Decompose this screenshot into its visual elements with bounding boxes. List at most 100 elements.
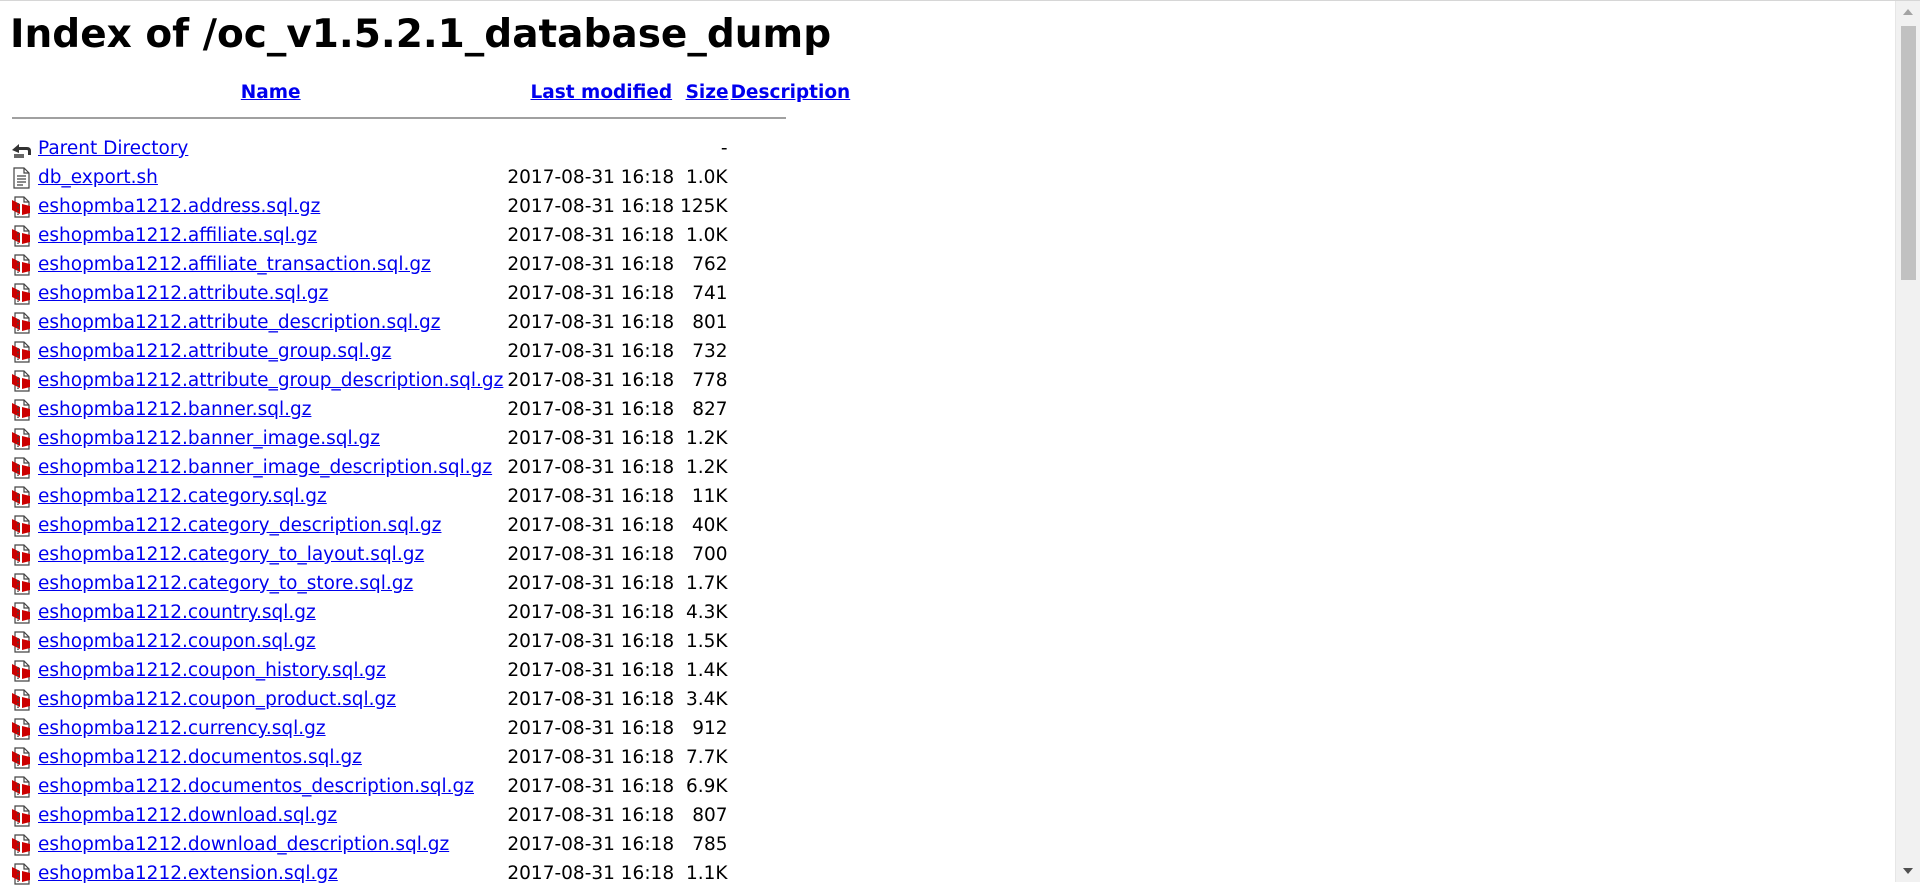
size-cell: 1.2K: [686, 457, 728, 478]
size-cell: 700: [692, 544, 728, 565]
last-modified-cell: 2017-08-31 16:18: [507, 863, 675, 884]
file-link[interactable]: eshopmba1212.download.sql.gz: [38, 805, 337, 826]
icon-column-header: [10, 80, 36, 112]
file-row: eshopmba1212.category_to_layout.sql.gz 20…: [10, 540, 851, 569]
file-link[interactable]: eshopmba1212.coupon_history.sql.gz: [38, 660, 386, 681]
size-cell: 4.3K: [686, 602, 728, 623]
description-cell: [730, 453, 852, 482]
sort-by-name-link[interactable]: Name: [241, 82, 301, 103]
last-modified-cell: 2017-08-31 16:18: [507, 283, 675, 304]
file-table: Name Last modified Size Description Pare…: [10, 80, 851, 888]
size-cell: 778: [692, 370, 728, 391]
size-cell: 3.4K: [686, 689, 728, 710]
parent-directory-link[interactable]: Parent Directory: [38, 138, 188, 159]
file-link[interactable]: eshopmba1212.coupon_product.sql.gz: [38, 689, 396, 710]
last-modified-cell: 2017-08-31 16:18: [507, 689, 675, 710]
parent-size: -: [720, 138, 728, 159]
vertical-scrollbar[interactable]: [1895, 1, 1920, 882]
sort-by-last-modified-link[interactable]: Last modified: [530, 82, 672, 103]
file-row: eshopmba1212.attribute_group_description…: [10, 366, 851, 395]
file-row: eshopmba1212.coupon_history.sql.gz 2017-0…: [10, 656, 851, 685]
parent-directory-row: Parent Directory -: [10, 134, 851, 163]
file-link[interactable]: eshopmba1212.category_to_layout.sql.gz: [38, 544, 424, 565]
compressed-file-icon: [12, 543, 30, 566]
file-link[interactable]: eshopmba1212.affiliate_transaction.sql.g…: [38, 254, 431, 275]
text-file-icon: [13, 166, 30, 189]
file-link[interactable]: eshopmba1212.attribute.sql.gz: [38, 283, 328, 304]
last-modified-cell: 2017-08-31 16:18: [507, 631, 675, 652]
compressed-file-icon: [12, 195, 30, 218]
last-modified-cell: 2017-08-31 16:18: [507, 602, 675, 623]
file-link[interactable]: db_export.sh: [38, 167, 158, 188]
file-link[interactable]: eshopmba1212.category_to_store.sql.gz: [38, 573, 413, 594]
file-link[interactable]: eshopmba1212.documentos.sql.gz: [38, 747, 362, 768]
description-cell: [730, 656, 852, 685]
description-cell: [730, 279, 852, 308]
compressed-file-icon: [12, 253, 30, 276]
sort-by-description-link[interactable]: Description: [731, 82, 851, 103]
size-cell: 6.9K: [686, 776, 728, 797]
size-cell: 762: [692, 254, 728, 275]
file-link[interactable]: eshopmba1212.attribute_group.sql.gz: [38, 341, 391, 362]
file-link[interactable]: eshopmba1212.country.sql.gz: [38, 602, 316, 623]
last-modified-cell: 2017-08-31 16:18: [507, 805, 675, 826]
compressed-file-icon: [12, 514, 30, 537]
size-cell: 1.1K: [686, 863, 728, 884]
file-link[interactable]: eshopmba1212.download_description.sql.gz: [38, 834, 449, 855]
description-cell: [730, 163, 852, 192]
size-cell: 1.5K: [686, 631, 728, 652]
size-cell: 732: [692, 341, 728, 362]
file-row: eshopmba1212.category.sql.gz 2017-08-31 1…: [10, 482, 851, 511]
compressed-file-icon: [12, 398, 30, 421]
description-cell: [730, 366, 852, 395]
description-cell: [730, 337, 852, 366]
file-row: eshopmba1212.category_to_store.sql.gz 201…: [10, 569, 851, 598]
last-modified-cell: 2017-08-31 16:18: [507, 776, 675, 797]
file-link[interactable]: eshopmba1212.documentos_description.sql.…: [38, 776, 474, 797]
file-row: eshopmba1212.affiliate_transaction.sql.g…: [10, 250, 851, 279]
file-link[interactable]: eshopmba1212.category.sql.gz: [38, 486, 327, 507]
compressed-file-icon: [12, 427, 30, 450]
compressed-file-icon: [12, 485, 30, 508]
directory-listing: Index of /oc_v1.5.2.1_database_dump Name…: [10, 1, 1894, 888]
description-cell: [730, 569, 852, 598]
name-column-header: Name: [36, 80, 505, 112]
file-link[interactable]: eshopmba1212.address.sql.gz: [38, 196, 320, 217]
last-modified-cell: 2017-08-31 16:18: [507, 747, 675, 768]
last-modified-cell: 2017-08-31 16:18: [507, 660, 675, 681]
scroll-up-arrow-icon[interactable]: [1903, 9, 1913, 15]
file-link[interactable]: eshopmba1212.banner_image_description.sq…: [38, 457, 492, 478]
size-cell: 40K: [691, 515, 728, 536]
description-cell: [730, 714, 852, 743]
file-link[interactable]: eshopmba1212.coupon.sql.gz: [38, 631, 316, 652]
file-link[interactable]: eshopmba1212.currency.sql.gz: [38, 718, 326, 739]
size-cell: 1.7K: [686, 573, 728, 594]
file-row: eshopmba1212.documentos.sql.gz 2017-08-31…: [10, 743, 851, 772]
last-modified-cell: 2017-08-31 16:18: [507, 196, 675, 217]
description-column-header: Description: [730, 80, 852, 112]
file-row: eshopmba1212.category_description.sql.gz…: [10, 511, 851, 540]
compressed-file-icon: [12, 340, 30, 363]
file-link[interactable]: eshopmba1212.attribute_group_description…: [38, 370, 503, 391]
size-cell: 1.0K: [686, 167, 728, 188]
last-modified-cell: 2017-08-31 16:18: [507, 834, 675, 855]
file-link[interactable]: eshopmba1212.banner.sql.gz: [38, 399, 311, 420]
file-link[interactable]: eshopmba1212.banner_image.sql.gz: [38, 428, 380, 449]
description-cell: [730, 627, 852, 656]
file-link[interactable]: eshopmba1212.affiliate.sql.gz: [38, 225, 317, 246]
file-row: eshopmba1212.banner_image_description.sq…: [10, 453, 851, 482]
scrollbar-thumb[interactable]: [1901, 26, 1916, 280]
size-cell: 1.2K: [686, 428, 728, 449]
scroll-down-arrow-icon[interactable]: [1903, 868, 1913, 874]
size-cell: 912: [692, 718, 728, 739]
size-cell: 785: [692, 834, 728, 855]
last-modified-cell: 2017-08-31 16:18: [507, 573, 675, 594]
file-row: eshopmba1212.coupon_product.sql.gz 2017-0…: [10, 685, 851, 714]
compressed-file-icon: [12, 601, 30, 624]
sort-by-size-link[interactable]: Size: [686, 82, 729, 103]
file-link[interactable]: eshopmba1212.attribute_description.sql.g…: [38, 312, 440, 333]
compressed-file-icon: [12, 804, 30, 827]
file-link[interactable]: eshopmba1212.category_description.sql.gz: [38, 515, 441, 536]
last-modified-cell: 2017-08-31 16:18: [507, 544, 675, 565]
description-cell: [730, 192, 852, 221]
